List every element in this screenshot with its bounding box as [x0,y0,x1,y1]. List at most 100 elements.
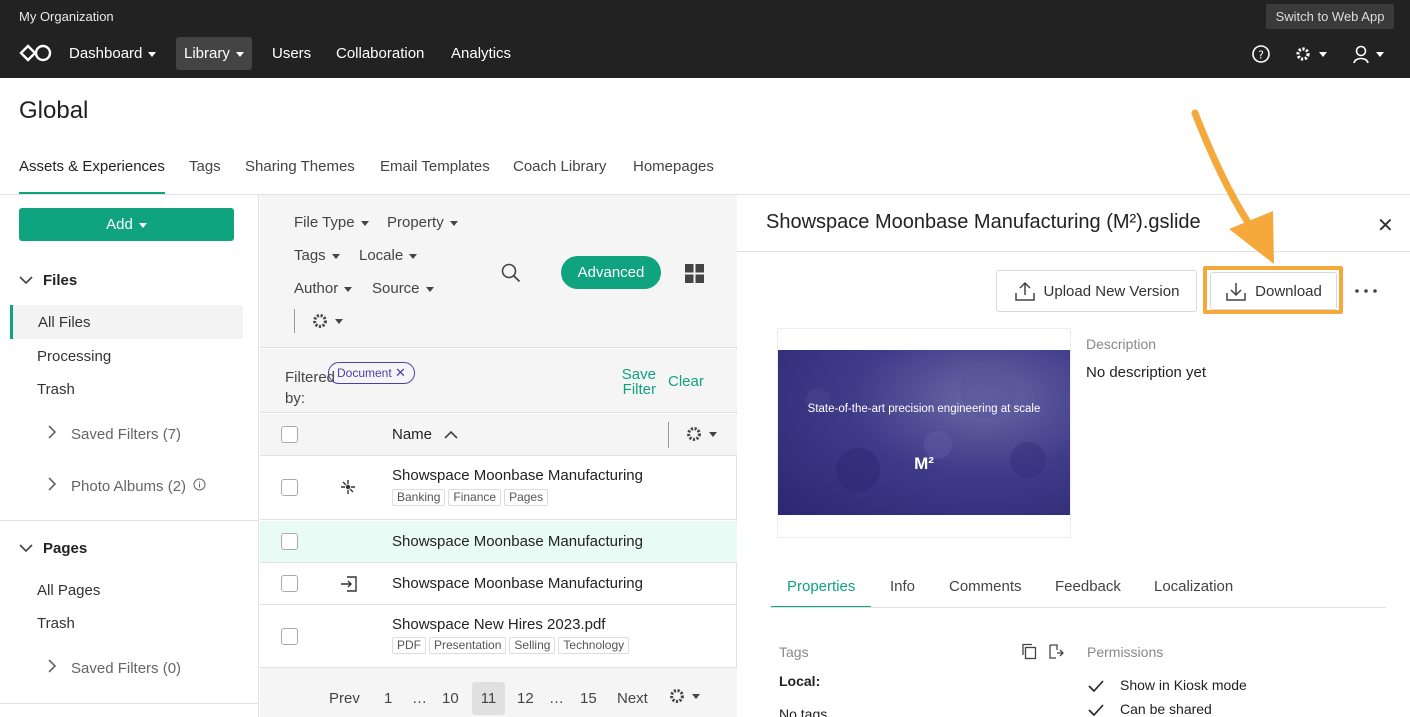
user-menu[interactable] [1352,42,1384,66]
row-checkbox[interactable] [281,628,298,645]
tab-tags[interactable]: Tags [189,158,221,194]
thumbnail-logo: M² [914,454,934,473]
locale-filter[interactable]: Locale [359,247,418,264]
local-tags-label: Local: [779,673,821,689]
table-row[interactable]: Showspace Moonbase Manufacturing [260,521,737,563]
sidebar-item-pages-trash[interactable]: Trash [37,615,75,632]
page-link[interactable]: 10 [442,690,459,707]
pages-saved-filters-item[interactable]: Saved Filters (0) [47,659,181,677]
chevron-down-icon [344,286,353,292]
tab-homepages[interactable]: Homepages [633,158,714,194]
tab-comments[interactable]: Comments [949,578,1022,608]
paste-icon[interactable] [1048,643,1064,660]
nav-collaboration[interactable]: Collaboration [328,37,432,70]
chevron-down-icon [331,253,340,259]
photo-albums-item[interactable]: Photo Albums (2) [47,477,206,495]
current-page[interactable]: 11 [472,682,505,715]
table-row[interactable]: Showspace Moonbase Manufacturing Banking… [260,457,737,520]
tab-sharing-themes[interactable]: Sharing Themes [245,158,355,194]
row-name: Showspace Moonbase Manufacturing [392,467,643,484]
table-row[interactable]: Showspace Moonbase Manufacturing [260,564,737,605]
filter-divider [294,309,295,333]
add-button[interactable]: Add [19,208,234,241]
tab-info[interactable]: Info [890,578,915,608]
sidebar-item-all-pages[interactable]: All Pages [37,582,100,599]
row-checkbox[interactable] [281,479,298,496]
more-options-icon[interactable] [1354,288,1378,294]
source-filter[interactable]: Source [372,280,434,297]
row-checkbox[interactable] [281,575,298,592]
page-title: Global [19,97,89,124]
sidebar-item-processing[interactable]: Processing [37,348,111,365]
copy-icon[interactable] [1021,643,1037,660]
name-column-header[interactable]: Name [392,426,458,443]
file-type-filter[interactable]: File Type [294,214,369,231]
page-link[interactable]: 15 [580,690,597,707]
upload-new-version-button[interactable]: Upload New Version [996,270,1197,312]
chevron-down-icon [19,544,33,553]
help-icon[interactable]: ? [1251,42,1271,66]
search-icon[interactable] [501,263,521,283]
nav-analytics[interactable]: Analytics [443,37,519,70]
save-filter-link[interactable]: Save Filter [616,367,656,397]
tab-feedback[interactable]: Feedback [1055,578,1121,608]
download-highlight-box [1203,266,1343,314]
saved-filters-item[interactable]: Saved Filters (7) [47,425,181,443]
table-row[interactable]: Showspace New Hires 2023.pdf PDF Presenta… [260,606,737,668]
chevron-right-icon [48,425,57,439]
library-sidebar: Add Files All Files Processing Trash Sav… [0,195,259,717]
tab-localization[interactable]: Localization [1154,578,1233,608]
tags-label: Tags [779,644,809,660]
files-section-toggle[interactable]: Files [19,272,77,289]
tag-pill: Finance [448,489,502,506]
description-label: Description [1086,336,1157,352]
row-tags: PDF Presentation Selling Technology [392,637,644,654]
nav-users[interactable]: Users [264,37,319,70]
page-link[interactable]: 1 [384,690,392,707]
chevron-down-icon [449,220,458,226]
tab-email-templates[interactable]: Email Templates [380,158,490,194]
next-page-link[interactable]: Next [617,690,648,707]
property-filter[interactable]: Property [387,214,458,231]
row-checkbox[interactable] [281,533,298,550]
prev-page-link[interactable]: Prev [329,690,360,707]
pager-settings-menu[interactable] [668,687,700,705]
nav-dashboard[interactable]: Dashboard [61,37,164,70]
page-link[interactable]: 12 [517,690,534,707]
tag-pill: Selling [509,637,556,654]
filter-bar: File Type Property Tags Locale Author So… [260,195,737,348]
clear-filter-link[interactable]: Clear [668,373,704,390]
column-settings-menu[interactable] [685,425,717,443]
pages-section-toggle[interactable]: Pages [19,540,87,557]
chevron-down-icon [425,286,434,292]
gear-icon [1296,47,1310,61]
tag-pill: Technology [558,637,630,654]
row-tags: Banking Finance Pages [392,489,644,506]
upload-icon [1014,281,1035,301]
tab-coach-library[interactable]: Coach Library [513,158,606,194]
sidebar-item-trash[interactable]: Trash [37,381,75,398]
switch-to-web-app-button[interactable]: Switch to Web App [1266,4,1394,29]
chevron-right-icon [48,659,57,673]
sidebar-item-all-files[interactable]: All Files [10,305,243,339]
tag-pill: Pages [504,489,549,506]
advanced-filter-button[interactable]: Advanced [561,256,661,289]
settings-menu[interactable] [1293,42,1327,66]
tab-assets-experiences[interactable]: Assets & Experiences [19,158,165,194]
grid-view-icon[interactable] [685,264,704,283]
tags-filter[interactable]: Tags [294,247,340,264]
author-filter[interactable]: Author [294,280,353,297]
info-icon[interactable] [193,478,206,491]
select-all-checkbox[interactable] [281,426,298,443]
filter-chip[interactable]: Document ✕ [328,362,415,384]
sidebar-divider [0,520,259,521]
nav-library[interactable]: Library [176,37,252,70]
asset-thumbnail[interactable]: State-of-the-art precision engineering a… [778,329,1070,537]
close-icon[interactable]: ✕ [1377,213,1394,238]
filter-settings-menu[interactable] [311,312,343,330]
tab-properties[interactable]: Properties [771,578,872,608]
chevron-down-icon [409,253,418,259]
gear-icon [687,427,701,441]
logo-icon[interactable] [19,41,53,65]
close-icon[interactable]: ✕ [395,365,406,380]
